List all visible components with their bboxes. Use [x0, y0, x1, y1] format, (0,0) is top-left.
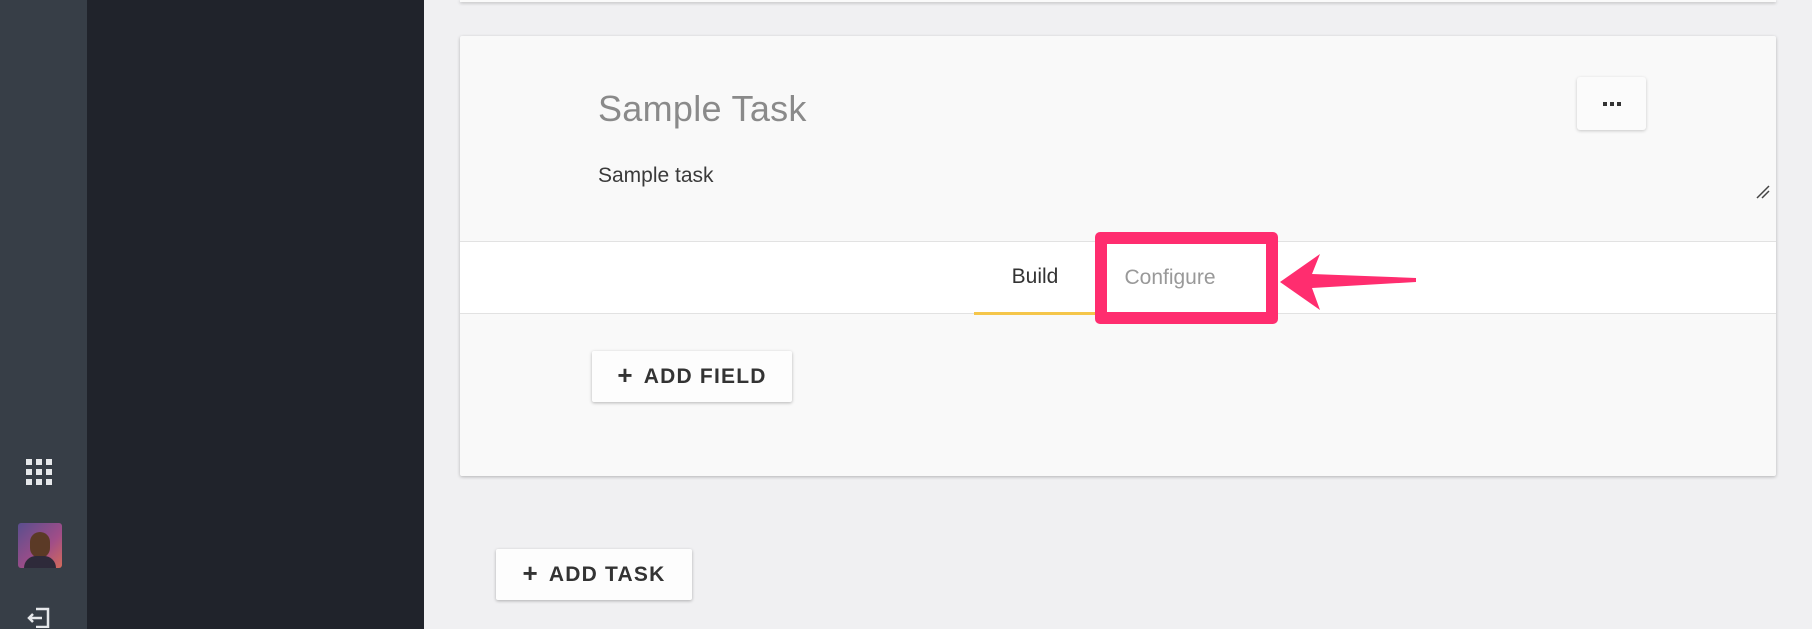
add-field-button[interactable]: + ADD FIELD: [592, 351, 792, 402]
avatar[interactable]: [18, 523, 62, 568]
add-field-label: ADD FIELD: [643, 364, 767, 388]
logout-icon[interactable]: [26, 606, 52, 628]
previous-card-edge: [460, 0, 1776, 2]
more-dot-icon: [1602, 101, 1607, 106]
tab-build[interactable]: Build: [974, 242, 1096, 315]
add-task-button[interactable]: + ADD TASK: [496, 549, 692, 600]
add-task-label: ADD TASK: [548, 562, 666, 586]
plus-icon: +: [522, 558, 539, 588]
more-dot-icon: [1616, 101, 1621, 106]
more-dot-icon: [1609, 101, 1614, 106]
annotation-highlight-box: [1095, 232, 1278, 324]
task-title[interactable]: Sample Task: [598, 88, 807, 130]
resize-handle-icon[interactable]: [1755, 184, 1771, 200]
app-rail: [0, 0, 87, 629]
plus-icon: +: [617, 360, 634, 390]
annotation-arrow-icon: [1280, 254, 1416, 310]
more-options-button[interactable]: [1577, 77, 1646, 130]
apps-grid-icon[interactable]: [25, 458, 53, 486]
task-description[interactable]: Sample task: [598, 164, 714, 188]
navigation-panel: [87, 0, 424, 629]
